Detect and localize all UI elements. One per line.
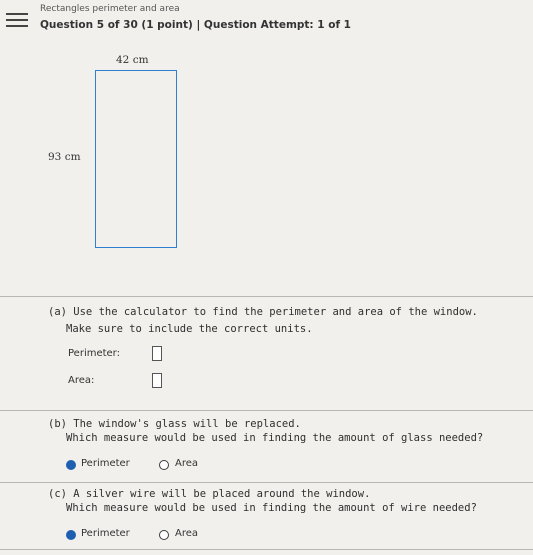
- area-input[interactable]: [152, 373, 162, 388]
- part-b-prompt-line1: (b) The window's glass will be replaced.: [48, 418, 301, 430]
- part-c-area-label[interactable]: Area: [175, 528, 198, 539]
- part-c-prompt-line1: (c) A silver wire will be placed around …: [48, 488, 371, 500]
- part-a-prompt-line1: (a) Use the calculator to find the perim…: [48, 306, 478, 318]
- divider: [0, 482, 533, 483]
- part-b-area-label[interactable]: Area: [175, 458, 198, 469]
- part-b-perimeter-radio[interactable]: [66, 460, 76, 470]
- part-c-area-radio[interactable]: [159, 530, 169, 540]
- height-label: 93 cm: [48, 151, 81, 163]
- question-info: Question 5 of 30 (1 point) | Question At…: [40, 19, 351, 31]
- perimeter-input[interactable]: [152, 346, 162, 361]
- part-b-perimeter-label[interactable]: Perimeter: [81, 458, 130, 469]
- width-label: 42 cm: [116, 54, 149, 66]
- part-c-perimeter-radio[interactable]: [66, 530, 76, 540]
- part-a-prompt-line2: Make sure to include the correct units.: [66, 323, 313, 335]
- part-c-prompt-line2: Which measure would be used in finding t…: [66, 502, 477, 514]
- topic-title: Rectangles perimeter and area: [40, 4, 180, 14]
- part-b-prompt-line2: Which measure would be used in finding t…: [66, 432, 484, 444]
- perimeter-label: Perimeter:: [68, 348, 120, 359]
- area-label: Area:: [68, 375, 95, 386]
- divider: [0, 410, 533, 411]
- part-b-area-radio[interactable]: [159, 460, 169, 470]
- menu-icon[interactable]: [6, 13, 28, 27]
- divider: [0, 296, 533, 297]
- window-rectangle: [95, 70, 177, 248]
- divider: [0, 549, 533, 550]
- header-bar: Rectangles perimeter and area Question 5…: [0, 0, 533, 40]
- part-c-perimeter-label[interactable]: Perimeter: [81, 528, 130, 539]
